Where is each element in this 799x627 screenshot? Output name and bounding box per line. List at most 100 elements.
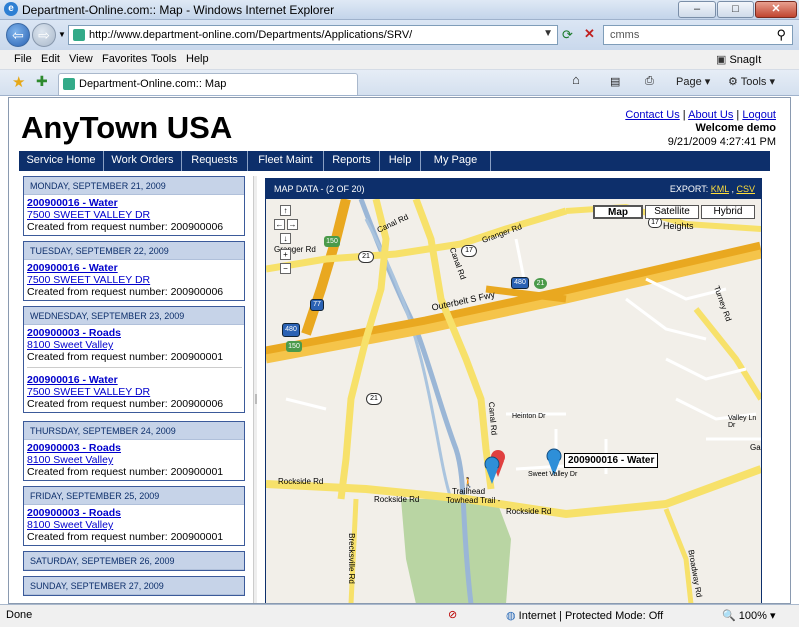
work-order-link[interactable]: 200900003 - Roads — [27, 507, 242, 519]
nav-service-home[interactable]: Service Home — [19, 151, 104, 171]
contact-us-link[interactable]: Contact Us — [625, 109, 679, 121]
interstate-shield-icon: 480 — [511, 277, 529, 289]
tools-menu-button[interactable]: ⚙ Tools ▾ — [728, 75, 775, 88]
status-bar: Done ⊘ ◍ Internet | Protected Mode: Off … — [0, 604, 799, 627]
menu-edit[interactable]: Edit — [41, 53, 60, 65]
shield-icon: 21 — [366, 393, 382, 405]
turney-rd — [693, 307, 761, 401]
snagit-label: SnagIt — [729, 54, 762, 66]
map-canvas[interactable]: Canal Rd Granger Rd Granger Rd Heights O… — [266, 199, 761, 603]
zoom-out-icon[interactable]: − — [280, 263, 291, 274]
datetime-text: 9/21/2009 4:27:41 PM — [667, 136, 776, 148]
add-favorites-icon[interactable]: ✚ — [36, 73, 48, 90]
menu-tools[interactable]: Tools — [151, 53, 177, 65]
day-card: MONDAY, SEPTEMBER 21, 2009 200900016 - W… — [23, 176, 245, 236]
search-input[interactable]: cmms ⚲ — [603, 25, 793, 45]
nav-reports[interactable]: Reports — [324, 151, 380, 171]
work-order-link[interactable]: 200900016 - Water — [27, 262, 242, 274]
map-label: Brecksville Rd — [346, 533, 356, 584]
work-order-link[interactable]: 200900003 - Roads — [27, 442, 242, 454]
nav-work-orders[interactable]: Work Orders — [104, 151, 182, 171]
address-link[interactable]: 7500 SWEET VALLEY DR — [27, 274, 242, 286]
scrollbar-thumb[interactable] — [255, 394, 257, 404]
logout-link[interactable]: Logout — [742, 109, 776, 121]
search-icon[interactable]: ⚲ — [776, 27, 786, 43]
work-order-link[interactable]: 200900016 - Water — [27, 374, 242, 386]
main-nav: Service Home Work Orders Requests Fleet … — [19, 151, 770, 171]
snagit-button[interactable]: ▣ SnagIt — [716, 53, 761, 66]
nav-help[interactable]: Help — [380, 151, 421, 171]
shield-icon: 21 — [358, 251, 374, 263]
day-card: THURSDAY, SEPTEMBER 24, 2009 200900003 -… — [23, 421, 245, 481]
stop-icon[interactable]: ✕ — [584, 26, 595, 42]
pan-down-icon[interactable]: ↓ — [280, 233, 291, 244]
export-kml-link[interactable]: KML — [711, 184, 729, 194]
address-link[interactable]: 8100 Sweet Valley — [27, 519, 242, 531]
map-type-map-button[interactable]: Map — [593, 205, 643, 219]
browser-tab[interactable]: Department-Online.com:: Map — [58, 73, 358, 95]
window-titlebar: e Department-Online.com:: Map - Windows … — [0, 0, 799, 20]
minimize-button[interactable]: – — [678, 1, 716, 18]
snagit-icon: ▣ — [716, 54, 730, 66]
welcome-text: Welcome demo — [695, 122, 777, 134]
day-card: SATURDAY, SEPTEMBER 26, 2009 — [23, 551, 245, 571]
home-icon[interactable]: ⌂ — [572, 72, 580, 87]
print-icon[interactable]: ⎙ — [645, 75, 654, 88]
work-order-link[interactable]: 200900003 - Roads — [27, 327, 242, 339]
recent-pages-dropdown-icon[interactable]: ▼ — [58, 30, 66, 39]
security-zone[interactable]: ◍ Internet | Protected Mode: Off — [506, 609, 663, 622]
protected-mode-icon: ⊘ — [448, 609, 458, 621]
address-link[interactable]: 8100 Sweet Valley — [27, 339, 242, 351]
menu-view[interactable]: View — [69, 53, 93, 65]
tab-label: Department-Online.com:: Map — [79, 78, 227, 90]
interstate-shield-icon: 480 — [282, 323, 300, 337]
page-menu-button[interactable]: Page ▾ — [676, 75, 710, 88]
entry-divider — [27, 367, 242, 368]
map-label: Towhead Trail - — [446, 496, 501, 505]
nav-my-page[interactable]: My Page — [421, 151, 491, 171]
map-type-hybrid-button[interactable]: Hybrid — [701, 205, 755, 219]
export-csv-link[interactable]: CSV — [736, 184, 755, 194]
address-dropdown-icon[interactable]: ▼ — [543, 28, 553, 39]
list-item: 200900016 - Water 7500 SWEET VALLEY DR C… — [24, 195, 244, 235]
maximize-button[interactable]: □ — [717, 1, 754, 18]
nav-requests[interactable]: Requests — [182, 151, 248, 171]
menu-help[interactable]: Help — [186, 53, 209, 65]
schedule-list: MONDAY, SEPTEMBER 21, 2009 200900016 - W… — [19, 176, 257, 603]
map-type-satellite-button[interactable]: Satellite — [645, 205, 699, 219]
day-header: WEDNESDAY, SEPTEMBER 23, 2009 — [24, 307, 244, 325]
work-order-link[interactable]: 200900016 - Water — [27, 197, 242, 209]
nav-fleet-maint[interactable]: Fleet Maint — [248, 151, 324, 171]
map-label: Ga — [750, 443, 761, 452]
zoom-in-icon[interactable]: + — [280, 249, 291, 260]
creek — [364, 218, 453, 500]
map-label: Heights — [663, 221, 694, 231]
ie-logo-icon: e — [4, 2, 18, 16]
feeds-icon[interactable]: ▤ — [610, 75, 620, 88]
menu-bar: File Edit View Favorites Tools Help ▣ Sn… — [0, 50, 799, 70]
pan-right-icon[interactable]: → — [287, 219, 298, 230]
export-links: EXPORT: KML , CSV — [669, 184, 755, 194]
pan-up-icon[interactable]: ↑ — [280, 205, 291, 216]
list-item: 200900003 - Roads 8100 Sweet Valley Crea… — [24, 325, 244, 412]
gear-icon: ⚙ — [728, 76, 738, 88]
zoom-level[interactable]: 🔍 100% ▾ — [722, 609, 775, 622]
menu-file[interactable]: File — [14, 53, 32, 65]
tab-page-icon — [63, 78, 75, 90]
address-link[interactable]: 8100 Sweet Valley — [27, 454, 242, 466]
forward-button[interactable]: ⇨ — [32, 23, 56, 47]
close-window-button[interactable]: ✕ — [755, 1, 797, 18]
address-link[interactable]: 7500 SWEET VALLEY DR — [27, 386, 242, 398]
back-button[interactable]: ⇦ — [6, 23, 30, 47]
menu-favorites[interactable]: Favorites — [102, 53, 147, 65]
address-bar[interactable]: http://www.department-online.com/Departm… — [68, 25, 558, 45]
address-link[interactable]: 7500 SWEET VALLEY DR — [27, 209, 242, 221]
pan-left-icon[interactable]: ← — [274, 219, 285, 230]
about-us-link[interactable]: About Us — [688, 109, 733, 121]
list-scrollbar[interactable] — [253, 176, 257, 603]
map-header-title: MAP DATA - (2 OF 20) — [274, 184, 365, 194]
address-url: http://www.department-online.com/Departm… — [89, 29, 413, 41]
refresh-icon[interactable]: ⟳ — [562, 27, 573, 43]
favorites-star-icon[interactable]: ★ — [12, 73, 25, 91]
day-card: SUNDAY, SEPTEMBER 27, 2009 — [23, 576, 245, 596]
